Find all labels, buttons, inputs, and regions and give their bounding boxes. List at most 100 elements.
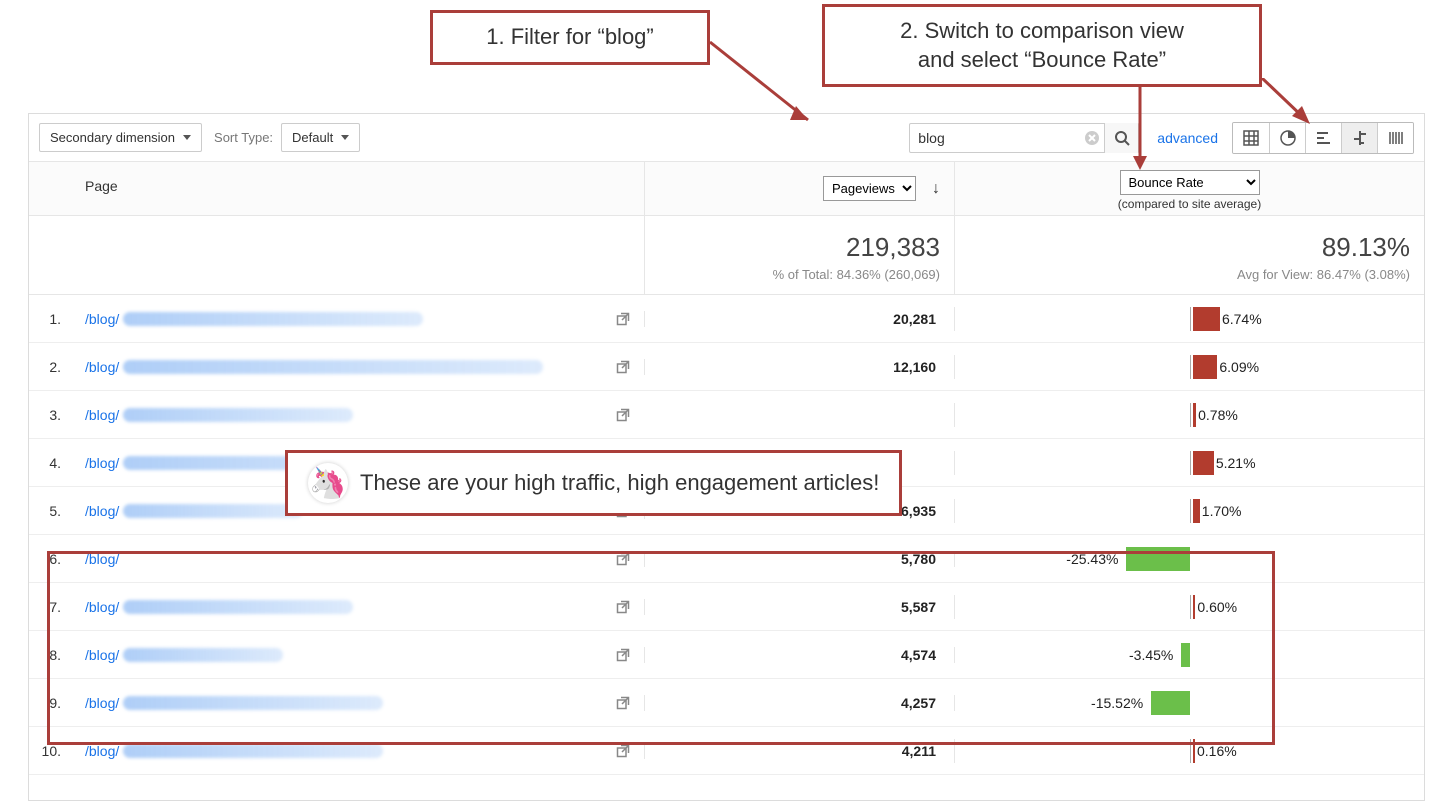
sort-type-label: Sort Type: [214,130,273,145]
report-panel: Secondary dimension Sort Type: Default a… [28,113,1425,801]
page-link[interactable]: /blog/ [85,503,119,519]
column-pageviews[interactable]: Pageviews ↓ [644,162,954,215]
page-cell: /blog/ [71,311,644,327]
page-link[interactable]: /blog/ [85,311,119,327]
table-body: 1. /blog/20,281 6.74% 2. /blog/12,160 6.09% 3.… [29,295,1424,775]
pageviews-cell: 4,257 [644,695,954,711]
callout-compare: 2. Switch to comparison view and select … [822,4,1262,87]
bounce-cell: 0.78% [954,403,1424,427]
view-pivot-icon[interactable] [1377,123,1413,153]
redacted-text [123,504,303,518]
page-cell: /blog/ [71,551,644,567]
external-link-icon[interactable] [616,408,630,422]
external-link-icon[interactable] [616,744,630,758]
bounce-value: 6.09% [1217,359,1261,375]
external-link-icon[interactable] [616,360,630,374]
annotation-text: These are your high traffic, high engage… [360,470,879,496]
clear-icon[interactable] [1080,126,1104,150]
callout-filter: 1. Filter for “blog” [430,10,710,65]
secondary-dimension-label: Secondary dimension [50,130,175,145]
sort-type-dropdown[interactable]: Default [281,123,360,152]
bounce-value: -3.45% [1127,647,1175,663]
bounce-cell: 6.74% [954,307,1424,331]
bounce-cell: 6.09% [954,355,1424,379]
page-link[interactable]: /blog/ [85,407,119,423]
page-link[interactable]: /blog/ [85,647,119,663]
bounce-bar-negative [1126,547,1190,571]
pageviews-cell: 20,281 [644,311,954,327]
redacted-text [123,600,353,614]
pageviews-cell: 4,574 [644,647,954,663]
total-pageviews: 219,383 [659,232,940,263]
row-index: 3. [29,407,71,423]
bounce-cell: 5.21% [954,451,1424,475]
bounce-value: 0.60% [1195,599,1239,615]
table-row: 10./blog/4,2110.16% [29,727,1424,775]
table-row: 6. /blog/5,780 -25.43% [29,535,1424,583]
bounce-bar-negative [1151,691,1190,715]
redacted-text [123,360,543,374]
page-cell: /blog/ [71,359,644,375]
bounce-value: 5.21% [1214,455,1258,471]
sort-desc-icon[interactable]: ↓ [932,180,940,198]
bounce-cell: -25.43% [954,551,1424,567]
table-row: 1. /blog/20,281 6.74% [29,295,1424,343]
page-cell: /blog/ [71,407,644,423]
summary-row: 219,383 % of Total: 84.36% (260,069) 89.… [29,216,1424,295]
row-index: 2. [29,359,71,375]
external-link-icon[interactable] [616,312,630,326]
bounce-value: -15.52% [1089,695,1145,711]
table-row: 7./blog/5,5870.60% [29,583,1424,631]
page-link[interactable]: /blog/ [85,599,119,615]
page-link[interactable]: /blog/ [85,551,119,567]
table-row: 2. /blog/12,160 6.09% [29,343,1424,391]
page-cell: /blog/ [71,695,644,711]
annotation-engagement: 🦄 These are your high traffic, high enga… [285,450,902,516]
table-header: Page Pageviews ↓ Bounce Rate (compared t… [29,162,1424,216]
external-link-icon[interactable] [616,552,630,566]
external-link-icon[interactable] [616,696,630,710]
avg-bounce: 89.13% [969,232,1410,263]
redacted-text [123,744,383,758]
bounce-value: 1.70% [1200,503,1244,519]
table-row: 9./blog/4,257-15.52% [29,679,1424,727]
page-link[interactable]: /blog/ [85,359,119,375]
bounce-value: 0.16% [1195,743,1239,759]
pageviews-cell: 4,211 [644,743,954,759]
pageviews-cell: 12,160 [644,359,954,375]
pageviews-select[interactable]: Pageviews [823,176,916,201]
page-link[interactable]: /blog/ [85,695,119,711]
external-link-icon[interactable] [616,648,630,662]
compared-note: (compared to site average) [969,197,1410,211]
page-link[interactable]: /blog/ [85,743,119,759]
chevron-down-icon [183,135,191,140]
bounce-value: 6.74% [1220,311,1264,327]
bounce-bar-negative [1181,643,1190,667]
view-comparison-icon[interactable] [1341,123,1377,153]
page-link[interactable]: /blog/ [85,455,119,471]
secondary-dimension-dropdown[interactable]: Secondary dimension [39,123,202,152]
bounce-cell: 1.70% [954,499,1424,523]
redacted-text [123,408,353,422]
row-index: 6. [29,551,71,567]
external-link-icon[interactable] [616,600,630,614]
row-index: 4. [29,455,71,471]
table-row: 8./blog/4,574-3.45% [29,631,1424,679]
bounce-bar-positive [1193,355,1217,379]
view-toggle [1232,122,1414,154]
pageviews-cell: 5,587 [644,599,954,615]
page-cell: /blog/ [71,743,644,759]
advanced-link[interactable]: advanced [1157,130,1218,146]
pageviews-subnote: % of Total: 84.36% (260,069) [659,267,940,282]
column-page[interactable]: Page [71,162,644,215]
pageviews-cell: 5,780 [644,551,954,567]
bounce-value: -25.43% [1064,551,1120,567]
sort-type-value: Default [292,130,333,145]
bounce-bar-positive [1193,307,1220,331]
redacted-text [123,696,383,710]
redacted-text [123,312,423,326]
page-cell: /blog/ [71,599,644,615]
unicorn-icon: 🦄 [308,463,348,503]
row-index: 1. [29,311,71,327]
search-input[interactable] [910,130,1080,146]
